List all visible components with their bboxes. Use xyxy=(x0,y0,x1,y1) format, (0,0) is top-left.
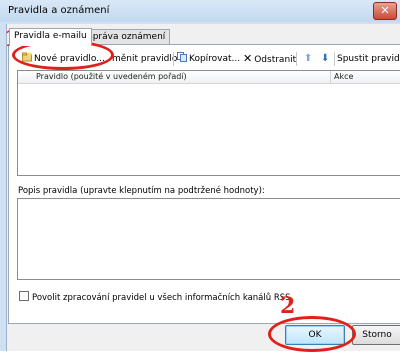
change-rule-label: měnit pravidlo xyxy=(112,54,178,64)
arrow-down-icon: ⬇ xyxy=(321,53,330,64)
annotation-circle-ok xyxy=(268,316,356,352)
column-rule[interactable]: Pravidlo (použité v uvedeném pořadí) xyxy=(36,71,187,83)
column-divider xyxy=(330,71,331,83)
run-rules-button[interactable]: Spustit pravidla... xyxy=(337,51,400,67)
toolbar-separator xyxy=(173,52,174,66)
rules-list[interactable]: Pravidlo (použité v uvedeném pořadí) Akc… xyxy=(17,70,400,176)
rules-list-header: Pravidlo (použité v uvedeném pořadí) Akc… xyxy=(18,71,400,84)
close-button[interactable]: ✕ xyxy=(373,2,397,20)
rules-dialog: Pravidla a oznámení ✕ Pravidla e-mailu S… xyxy=(0,0,400,352)
delete-label: Odstranit xyxy=(254,55,297,65)
rss-checkbox[interactable] xyxy=(19,291,29,301)
toolbar-separator xyxy=(334,52,335,66)
title-bar[interactable]: Pravidla a oznámení ✕ xyxy=(0,0,400,22)
tab-email-rules[interactable]: Pravidla e-mailu xyxy=(9,28,92,46)
cancel-button[interactable]: Storno xyxy=(352,325,400,345)
rss-option[interactable]: Povolit zpracování pravidel u všech info… xyxy=(19,291,291,303)
column-actions[interactable]: Akce xyxy=(334,71,353,83)
rss-label: Povolit zpracování pravidel u všech info… xyxy=(32,293,291,303)
annotation-number-2: 2 xyxy=(280,293,296,319)
description-label: Popis pravidla (upravte klepnutím na pod… xyxy=(18,186,265,196)
move-up-button[interactable]: ⬆ xyxy=(304,51,312,67)
delete-rule-button[interactable]: ✕ Odstranit xyxy=(243,51,296,67)
copy-icon xyxy=(177,52,187,62)
run-rules-label: Spustit pravidla... xyxy=(337,54,400,64)
window-title: Pravidla a oznámení xyxy=(8,5,110,16)
copy-label: Kopírovat... xyxy=(189,54,241,64)
delete-icon: ✕ xyxy=(243,52,253,65)
arrow-up-icon: ⬆ xyxy=(304,53,313,64)
toolbar-separator xyxy=(296,52,297,66)
copy-rule-button[interactable]: Kopírovat... xyxy=(177,51,240,67)
move-down-button[interactable]: ⬇ xyxy=(321,51,329,67)
description-box xyxy=(17,198,400,280)
